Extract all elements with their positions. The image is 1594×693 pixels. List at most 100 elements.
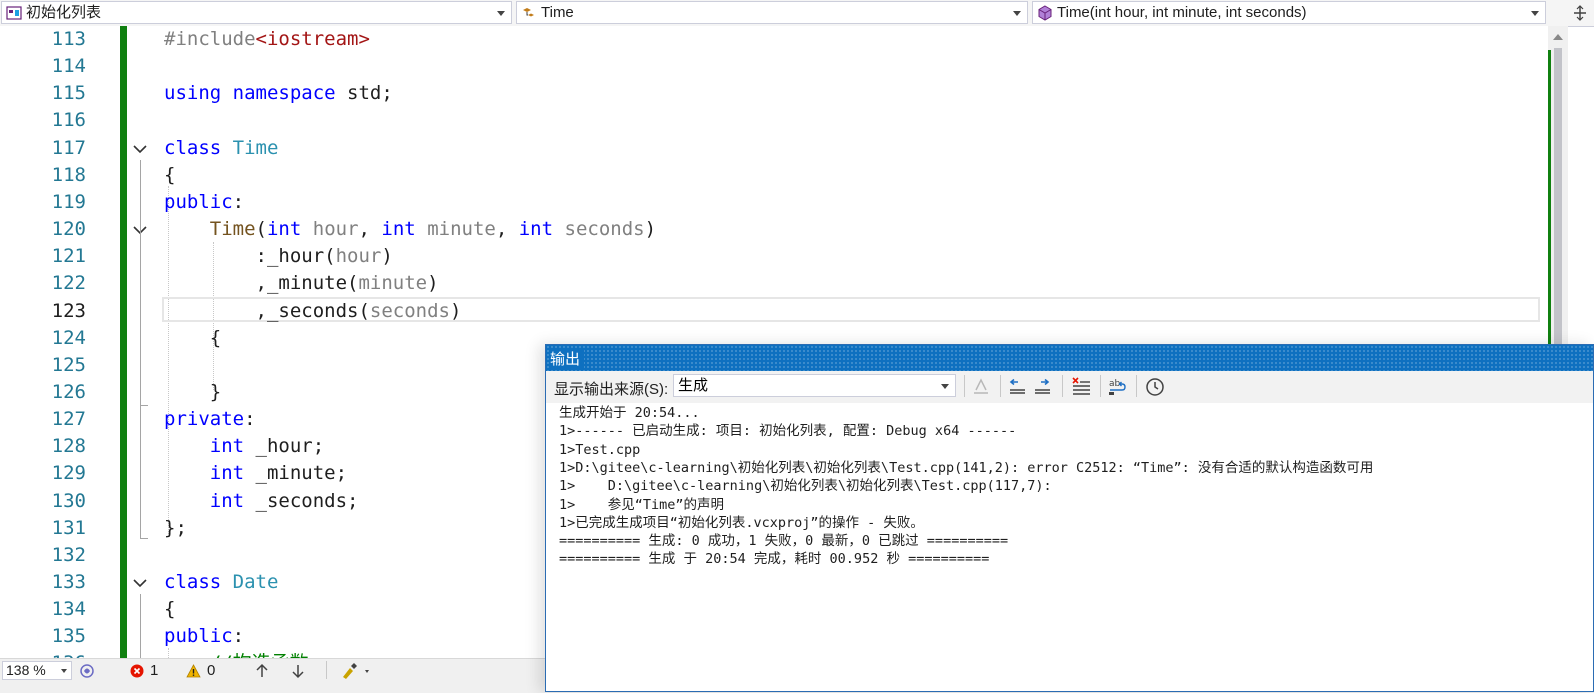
code-token: };	[164, 516, 187, 539]
zoom-dropdown[interactable]: 138 %	[2, 661, 72, 680]
warning-count[interactable]: 0	[207, 661, 215, 681]
scope-name: Time	[541, 4, 574, 21]
code-token: Time	[232, 136, 279, 159]
code-token: ,	[495, 218, 519, 241]
code-token: int	[518, 218, 554, 241]
code-token: hour	[335, 245, 382, 268]
code-token: minute	[358, 272, 428, 295]
warning-icon[interactable]	[186, 664, 201, 678]
code-line[interactable]: private:	[164, 406, 256, 433]
scope-dropdown[interactable]: Time	[516, 1, 1028, 24]
line-number: 117	[51, 136, 86, 159]
code-token: _hour;	[244, 435, 325, 458]
find-message-icon[interactable]	[970, 376, 992, 398]
fold-region-line	[140, 594, 141, 658]
output-line: 1>D:\gitee\c-learning\初始化列表\初始化列表\Test.c…	[559, 459, 1374, 476]
code-token: int	[381, 218, 416, 241]
line-number: 113	[51, 28, 86, 50]
code-line[interactable]: public:	[164, 189, 244, 216]
line-number: 114	[51, 55, 86, 78]
code-line[interactable]: class Date	[164, 569, 278, 596]
code-token: public	[164, 190, 233, 213]
word-wrap-icon[interactable]: ab	[1106, 376, 1128, 398]
scroll-up-icon[interactable]	[1553, 34, 1563, 40]
previous-message-icon[interactable]	[1006, 376, 1028, 398]
output-panel: 输出 显示输出来源(S): 生成 ab 生成开始于 20:54... 1>---…	[545, 344, 1594, 692]
output-line: 生成开始于 20:54...	[559, 405, 700, 421]
code-token: _minute;	[244, 462, 348, 485]
code-token: ,_seconds(	[164, 299, 370, 322]
code-line[interactable]: }	[164, 379, 221, 406]
line-number: 136	[32, 650, 86, 658]
code-token: namespace	[232, 82, 336, 105]
line-number: 133	[51, 571, 86, 593]
output-title-bar[interactable]: 输出	[546, 345, 1593, 371]
code-line[interactable]: public:	[164, 623, 244, 650]
code-line[interactable]: int _minute;	[164, 460, 347, 487]
output-text-area[interactable]: 生成开始于 20:54... 1>------ 已启动生成: 项目: 初始化列表,…	[546, 403, 1593, 691]
clock-icon[interactable]	[1144, 376, 1166, 398]
line-number: 122	[51, 272, 86, 295]
output-line: 1>已完成生成项目“初始化列表.vcxproj”的操作 - 失败。	[559, 514, 924, 531]
error-count[interactable]: 1	[150, 661, 158, 681]
code-line[interactable]: {	[164, 325, 221, 352]
code-line[interactable]: class Time	[164, 135, 278, 162]
code-token: Time	[209, 218, 256, 241]
output-title: 输出	[550, 348, 585, 369]
collapse-icon[interactable]	[132, 142, 148, 156]
code-line[interactable]: {	[164, 162, 175, 189]
code-health-icon[interactable]	[78, 662, 96, 680]
clear-all-icon[interactable]	[1070, 376, 1092, 398]
output-toolbar: 显示输出来源(S): 生成 ab	[546, 371, 1593, 403]
code-token: Date	[232, 571, 279, 593]
project-dropdown[interactable]: 初始化列表	[1, 1, 512, 24]
chevron-down-icon	[1013, 11, 1021, 16]
arrow-up-icon[interactable]	[254, 663, 270, 679]
project-icon	[6, 6, 22, 20]
member-name: Time(int hour, int minute, int seconds)	[1057, 4, 1307, 21]
code-token: ,	[358, 218, 382, 241]
output-source-value: 生成	[678, 377, 709, 394]
code-token: int	[266, 218, 302, 241]
code-line[interactable]: #include<iostream>	[164, 26, 370, 53]
code-line[interactable]: {	[164, 596, 175, 623]
code-line[interactable]: :_hour(hour)	[164, 243, 393, 270]
arrow-down-icon[interactable]	[290, 663, 306, 679]
line-number: 121	[51, 245, 86, 268]
line-number: 132	[51, 543, 86, 566]
next-message-icon[interactable]	[1032, 376, 1054, 398]
code-cleanup-icon[interactable]	[340, 662, 374, 680]
code-token: private	[164, 408, 245, 431]
output-line: 1>Test.cpp	[559, 441, 641, 458]
toolbar-separator	[1062, 375, 1063, 397]
code-line[interactable]: int _hour;	[164, 433, 324, 460]
fold-region-line	[140, 160, 141, 538]
split-window-icon[interactable]	[1570, 3, 1590, 23]
code-line[interactable]: using namespace std;	[164, 80, 393, 107]
collapse-icon[interactable]	[132, 576, 148, 590]
code-token: class	[164, 571, 222, 593]
code-token: :	[244, 408, 256, 431]
code-line[interactable]: int _seconds;	[164, 488, 359, 515]
output-source-dropdown[interactable]: 生成	[673, 374, 956, 397]
code-line[interactable]: ,_minute(minute)	[164, 270, 439, 297]
output-line: 1> D:\gitee\c-learning\初始化列表\初始化列表\Test.…	[559, 478, 1052, 495]
code-line[interactable]: };	[164, 515, 187, 542]
error-icon[interactable]	[130, 664, 144, 678]
code-line[interactable]: //构造函数	[164, 650, 309, 658]
code-line[interactable]: ,_seconds(seconds)	[164, 298, 462, 325]
output-line: 1> 参见“Time”的声明	[559, 496, 725, 513]
code-line[interactable]: Time(int hour, int minute, int seconds)	[164, 216, 656, 243]
member-dropdown[interactable]: Time(int hour, int minute, int seconds)	[1032, 1, 1546, 24]
status-separator	[326, 661, 327, 679]
code-token: seconds	[564, 218, 645, 241]
code-token: {	[164, 163, 176, 186]
navigation-bar: 初始化列表 Time Time(int hour, int minute, in…	[0, 0, 1594, 27]
